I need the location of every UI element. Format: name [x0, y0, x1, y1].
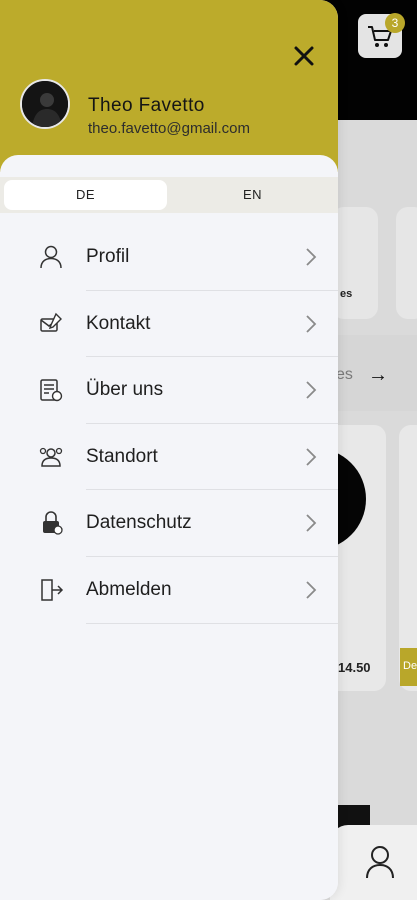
chevron-right-icon [306, 381, 317, 399]
category-card[interactable] [332, 207, 378, 319]
menu-item-label: Profil [86, 246, 130, 267]
menu-item-label: Standort [86, 445, 158, 467]
logout-icon [41, 579, 64, 601]
profile-nav-icon[interactable] [365, 845, 395, 879]
user-name: Theo Favetto [88, 95, 205, 116]
menu-item-datenschutz[interactable]: Datenschutz [0, 490, 338, 557]
menu-item-label: Über uns [86, 379, 164, 401]
language-option-en[interactable]: EN [171, 180, 334, 210]
person-icon [40, 245, 62, 269]
location-icon [39, 447, 63, 467]
menu-item-label: Abmelden [86, 578, 172, 600]
chevron-right-icon [306, 514, 317, 533]
divider [86, 622, 338, 624]
language-toggle: DE EN [0, 177, 338, 213]
avatar [20, 79, 70, 129]
menu-item-ueber-uns[interactable]: Über uns [0, 357, 338, 424]
menu-item-abmelden[interactable]: Abmelden [0, 557, 338, 624]
close-button[interactable] [290, 42, 318, 70]
privacy-icon [43, 511, 63, 536]
chevron-right-icon [306, 314, 317, 333]
arrow-right-icon[interactable]: → [368, 364, 388, 387]
see-all-link[interactable]: es [336, 366, 353, 384]
menu-item-profil[interactable]: Profil [0, 224, 338, 291]
category-label: es [340, 288, 353, 300]
drawer-menu: Profil Kontakt Über uns Standort Datensc… [0, 224, 338, 624]
menu-item-kontakt[interactable]: Kontakt [0, 291, 338, 358]
chevron-right-icon [306, 248, 317, 266]
menu-item-label: Datenschutz [86, 512, 192, 534]
close-icon [294, 46, 314, 66]
category-card[interactable] [396, 207, 417, 319]
bottom-nav [330, 825, 417, 900]
product-tag: De [400, 648, 417, 686]
about-icon [40, 379, 63, 402]
chevron-right-icon [306, 448, 317, 466]
contact-icon [40, 312, 62, 332]
menu-item-label: Kontakt [86, 312, 151, 334]
product-price: 14.50 [338, 660, 371, 675]
side-drawer: Theo Favetto theo.favetto@gmail.com DE E… [0, 0, 338, 900]
language-option-de[interactable]: DE [4, 180, 167, 210]
user-email: theo.favetto@gmail.com [88, 120, 250, 137]
cart-count-badge: 3 [385, 13, 405, 33]
chevron-right-icon [306, 581, 317, 599]
menu-item-standort[interactable]: Standort [0, 424, 338, 491]
